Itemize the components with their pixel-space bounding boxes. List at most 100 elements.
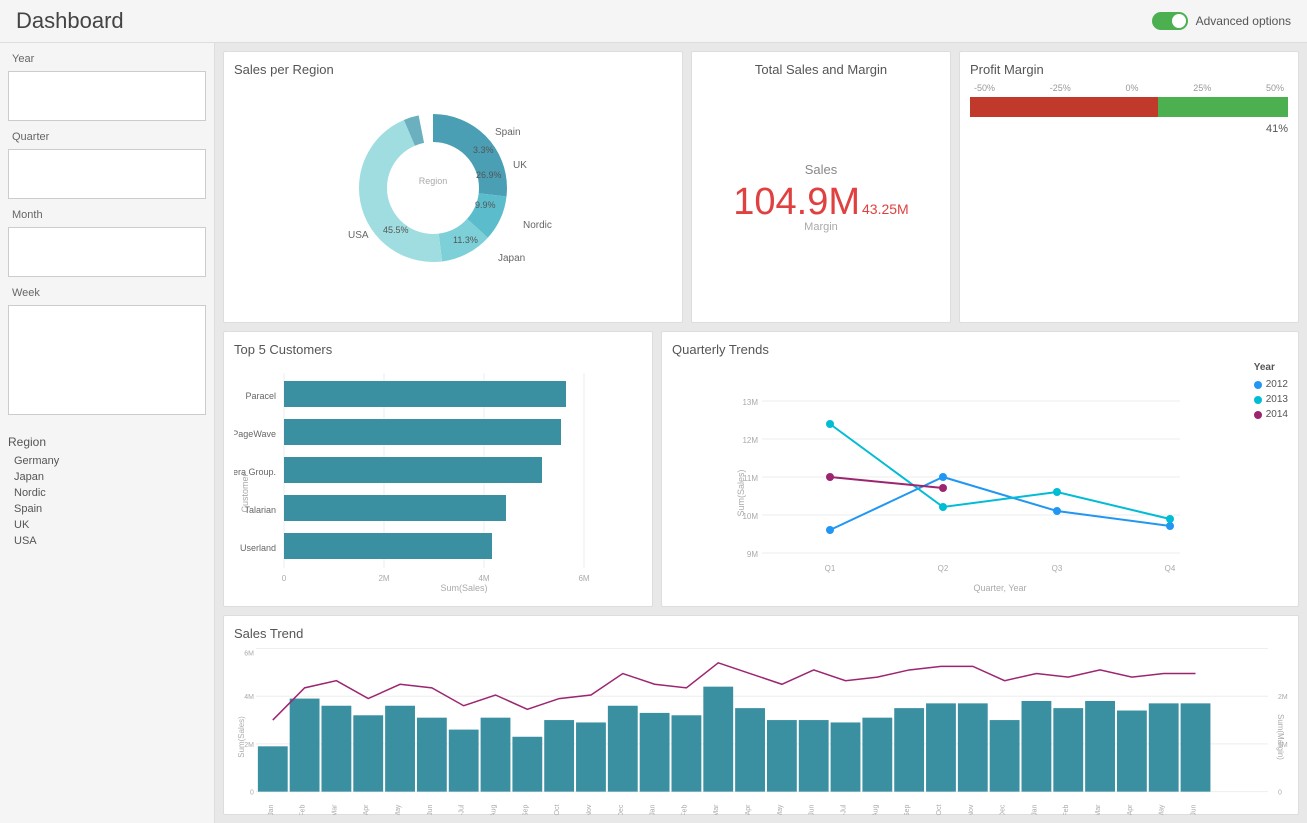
bar-paracel (284, 381, 566, 407)
trend-bar (576, 722, 606, 791)
pm-axis-0: 0% (1125, 83, 1138, 93)
margin-label: Margin (804, 221, 838, 233)
middle-row: Top 5 Customers Customer Sum(Sales) 0 2M… (223, 331, 1299, 607)
x-axis-label: 2012-Jul (459, 804, 466, 815)
pm-axis-50: 50% (1266, 83, 1284, 93)
region-list: GermanyJapanNordicSpainUKUSA (8, 453, 206, 549)
trend-bar (799, 720, 829, 792)
svg-text:Sum(Margin): Sum(Margin) (1276, 714, 1285, 760)
sidebar-region-item[interactable]: Germany (8, 453, 206, 469)
svg-text:Sum(Sales): Sum(Sales) (237, 716, 246, 758)
content-area: Sales per Region Region (215, 43, 1307, 823)
svg-text:Talarian: Talarian (244, 505, 276, 515)
trend-bars (258, 687, 1211, 792)
pm-axis-25: 25% (1193, 83, 1211, 93)
trend-bar (1053, 708, 1083, 792)
pm-bar-red (970, 97, 1158, 117)
x-axis-label: 2012-Sep (522, 804, 529, 815)
pm-axis-n25: -25% (1050, 83, 1071, 93)
trend-bar (640, 713, 670, 792)
page-title: Dashboard (16, 8, 124, 34)
bottom-row: Sales Trend Sum(Sales) Sum(Margin) 0 2M … (223, 615, 1299, 815)
sidebar-region-item[interactable]: Spain (8, 501, 206, 517)
pm-value: 41% (970, 123, 1288, 135)
quarterly-chart: Sum(Sales) Quarter, Year 9M 10M 11M 12M … (672, 363, 1288, 593)
point-2014-q2 (939, 484, 947, 492)
svg-text:45.5%: 45.5% (383, 225, 409, 235)
pm-axis-n50: -50% (974, 83, 995, 93)
svg-text:6M: 6M (244, 650, 254, 657)
sidebar-region-item[interactable]: UK (8, 517, 206, 533)
svg-text:Q2: Q2 (938, 564, 949, 573)
svg-text:4M: 4M (478, 574, 489, 583)
svg-text:Nordic: Nordic (523, 220, 552, 231)
point-2013-q3 (1053, 488, 1061, 496)
svg-text:0: 0 (282, 574, 287, 583)
trend-bar (608, 706, 638, 792)
sales-values: Sales 104.9M 43.25M Margin (733, 83, 908, 312)
quarter-listbox[interactable] (8, 149, 206, 199)
x-axis-labels: 2012-Jan2012-Feb2012-Mar2012-Apr2012-May… (268, 804, 1198, 815)
sales-label: Sales (805, 162, 838, 177)
trend-bar (894, 708, 924, 792)
point-2012-q4 (1166, 522, 1174, 530)
quarter-label: Quarter (8, 129, 206, 145)
trend-bar (990, 720, 1020, 792)
svg-text:Userland: Userland (240, 543, 276, 553)
bar-userland (284, 533, 492, 559)
quarterly-legend: Year 2012 2013 2014 (1254, 362, 1288, 420)
sidebar-region-item[interactable]: USA (8, 533, 206, 549)
region-section: Region GermanyJapanNordicSpainUKUSA (8, 431, 206, 549)
svg-text:Japan: Japan (498, 253, 525, 264)
x-axis-label: 2012-Aug (491, 804, 498, 815)
trend-bar (449, 730, 479, 792)
donut-chart: Region (323, 73, 583, 293)
trend-bar (544, 720, 574, 792)
svg-text:Sum(Sales): Sum(Sales) (440, 583, 487, 593)
advanced-options-container: Advanced options (1152, 12, 1291, 30)
sidebar-region-item[interactable]: Nordic (8, 485, 206, 501)
sidebar-region-item[interactable]: Japan (8, 469, 206, 485)
x-axis-label: 2013-Sep (904, 804, 911, 815)
month-listbox[interactable] (8, 227, 206, 277)
trend-bar (1022, 701, 1052, 792)
total-sales-card: Total Sales and Margin Sales 104.9M 43.2… (691, 51, 951, 323)
trend-bar (481, 718, 511, 792)
sales-per-region-card: Sales per Region Region (223, 51, 683, 323)
svg-text:Deak-Perera Group.: Deak-Perera Group. (234, 467, 276, 477)
x-axis-label: 2013-May (777, 804, 784, 815)
profit-margin-card: Profit Margin -50% -25% 0% 25% 50% 41% (959, 51, 1299, 323)
trend-bar (831, 722, 861, 791)
x-axis-label: 2012-Nov (586, 804, 593, 815)
filter-week: Week (8, 285, 206, 415)
svg-text:2M: 2M (378, 574, 389, 583)
sales-value: 104.9M (733, 183, 860, 221)
month-label: Month (8, 207, 206, 223)
trend-bar (290, 699, 320, 792)
x-axis-label: 2014-Apr (1127, 804, 1134, 815)
x-axis-label: 2013-Dec (1000, 804, 1007, 815)
x-axis-label: 2013-Jun (809, 804, 816, 815)
svg-text:UK: UK (513, 160, 527, 171)
pm-bar-green (1158, 97, 1288, 117)
trend-bar (417, 718, 447, 792)
week-listbox[interactable] (8, 305, 206, 415)
svg-text:Quarter, Year: Quarter, Year (973, 583, 1026, 593)
x-axis-label: 2012-Dec (618, 804, 625, 815)
svg-text:13M: 13M (742, 398, 758, 407)
svg-text:USA: USA (348, 230, 369, 241)
year-listbox[interactable] (8, 71, 206, 121)
svg-text:Q3: Q3 (1052, 564, 1063, 573)
x-axis-label: 2013-Aug (872, 804, 879, 815)
x-axis-label: 2013-Jul (841, 804, 848, 815)
profit-margin-title: Profit Margin (970, 62, 1288, 77)
svg-text:Q1: Q1 (825, 564, 836, 573)
trend-bar (703, 687, 733, 792)
quarterly-trends-card: Quarterly Trends Year 2012 2013 2014 (661, 331, 1299, 607)
point-2013-q1 (826, 420, 834, 428)
x-axis-label: 2013-Feb (681, 804, 688, 815)
bar-chart: Customer Sum(Sales) 0 2M 4M 6M (234, 363, 634, 593)
advanced-options-toggle[interactable] (1152, 12, 1188, 30)
x-axis-label: 2014-Jan (1031, 804, 1038, 815)
point-2012-q3 (1053, 507, 1061, 515)
